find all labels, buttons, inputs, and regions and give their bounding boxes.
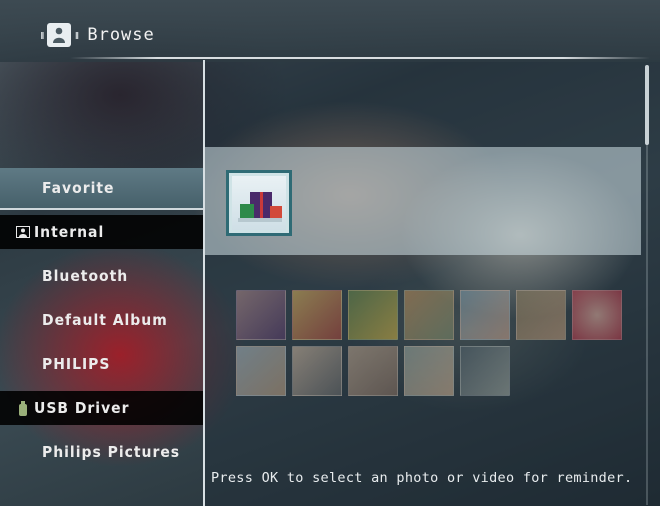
usb-icon <box>16 400 30 416</box>
header-underline <box>70 57 650 59</box>
hint-text: Press OK to select an photo or video for… <box>211 470 633 486</box>
photo-thumbnail-selected[interactable] <box>226 170 292 236</box>
sidebar-item-usb-driver[interactable]: USB Driver <box>0 391 203 425</box>
signal-left-icon: ıı <box>40 28 44 42</box>
browse-mode-icon: ıı ıı <box>40 23 79 47</box>
sidebar-item-label: Philips Pictures <box>42 443 181 461</box>
page-title: Browse <box>87 25 155 45</box>
photo-thumbnail[interactable] <box>460 290 510 340</box>
photo-frame-screen: ıı ıı Browse Favorite Internal Bluetooth… <box>0 0 660 506</box>
photo-thumbnail[interactable] <box>236 346 286 396</box>
sidebar-item-label: Internal <box>34 223 105 241</box>
photo-thumbnail[interactable] <box>404 346 454 396</box>
sidebar-item-internal[interactable]: Internal <box>0 215 203 249</box>
sidebar-item-philips-pictures[interactable]: Philips Pictures <box>0 430 203 474</box>
photo-thumbnail[interactable] <box>292 346 342 396</box>
sidebar-item-label: Default Album <box>42 311 168 329</box>
photo-thumbnail[interactable] <box>236 290 286 340</box>
header: ıı ıı Browse <box>40 20 155 50</box>
sidebar: Favorite Internal Bluetooth Default Albu… <box>0 168 203 474</box>
photo-thumbnail[interactable] <box>516 290 566 340</box>
background-overlay <box>204 60 660 506</box>
sidebar-divider <box>203 60 205 506</box>
signal-right-icon: ıı <box>74 28 79 42</box>
photo-thumbnail[interactable] <box>348 290 398 340</box>
scrollbar-thumb[interactable] <box>645 65 649 145</box>
sidebar-item-label: USB Driver <box>34 399 130 417</box>
photo-thumbnail[interactable] <box>292 290 342 340</box>
photo-thumbnail[interactable] <box>404 290 454 340</box>
person-icon <box>46 23 71 47</box>
gift-photo <box>232 176 286 230</box>
sidebar-item-label: Favorite <box>42 179 115 197</box>
sidebar-item-bluetooth[interactable]: Bluetooth <box>0 254 203 298</box>
sidebar-item-label: PHILIPS <box>42 355 111 373</box>
sidebar-item-favorite[interactable]: Favorite <box>0 168 203 210</box>
photo-thumbnail[interactable] <box>460 346 510 396</box>
photo-thumbnail[interactable] <box>572 290 622 340</box>
sidebar-item-label: Bluetooth <box>42 267 129 285</box>
sidebar-item-default-album[interactable]: Default Album <box>0 298 203 342</box>
sidebar-item-philips[interactable]: PHILIPS <box>0 342 203 386</box>
internal-memory-icon <box>16 225 30 239</box>
photo-thumbnail[interactable] <box>348 346 398 396</box>
